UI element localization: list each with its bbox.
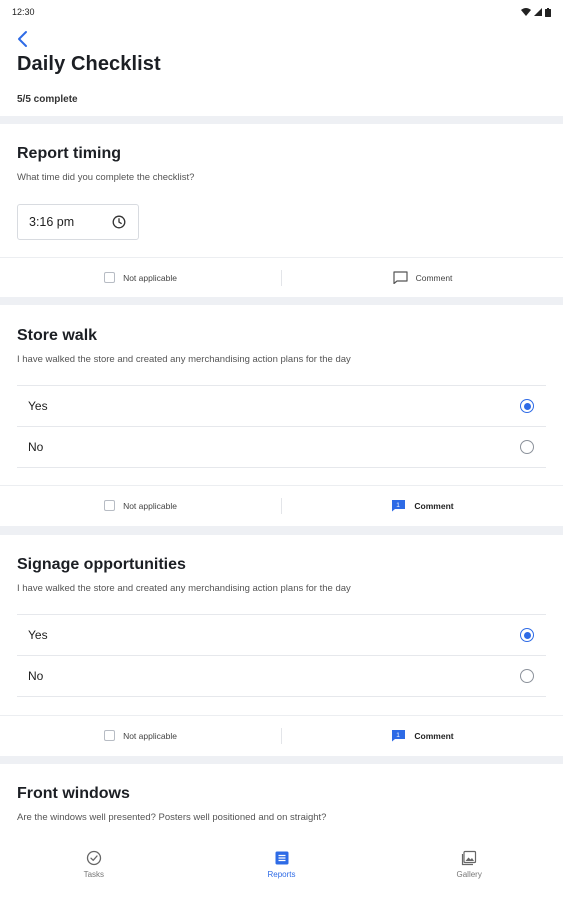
checklist-screen: 12:30 Daily Checklist 5/5 complete Repor… <box>0 0 563 900</box>
comment-button[interactable]: Comment <box>282 258 563 297</box>
comment-label: Comment <box>414 730 454 741</box>
section-front-windows: Front windows Are the windows well prese… <box>0 764 563 844</box>
option-label: No <box>28 440 44 454</box>
not-applicable-toggle[interactable]: Not applicable <box>0 486 281 525</box>
battery-icon <box>545 7 551 17</box>
comment-filled-icon: 1 <box>392 730 406 742</box>
option-no[interactable]: No <box>17 426 546 467</box>
option-label: Yes <box>28 399 48 413</box>
not-applicable-label: Not applicable <box>123 730 177 741</box>
nav-reports[interactable]: Reports <box>188 838 376 900</box>
comment-count: 1 <box>397 732 401 739</box>
section-title: Signage opportunities <box>17 556 186 573</box>
nav-tasks[interactable]: Tasks <box>0 838 188 900</box>
not-applicable-checkbox[interactable] <box>104 730 116 741</box>
section-title: Store walk <box>17 327 98 344</box>
section-footer: Not applicable Comment <box>0 257 563 297</box>
not-applicable-checkbox[interactable] <box>104 500 116 511</box>
option-yes[interactable]: Yes <box>17 385 546 426</box>
tasks-icon <box>86 850 101 866</box>
nav-label: Reports <box>267 870 296 879</box>
not-applicable-toggle[interactable]: Not applicable <box>0 716 281 755</box>
not-applicable-label: Not applicable <box>123 500 177 511</box>
option-yes[interactable]: Yes <box>17 614 546 655</box>
comment-button[interactable]: 1 Comment <box>282 716 563 755</box>
section-footer: Not applicable 1 Comment <box>0 485 563 525</box>
wifi-icon <box>521 8 531 16</box>
clock-icon <box>112 215 126 229</box>
section-report-timing: Report timing What time did you complete… <box>0 124 563 297</box>
back-arrow-icon[interactable] <box>14 30 32 48</box>
page-header: Daily Checklist 5/5 complete <box>0 24 563 116</box>
comment-label: Comment <box>414 500 454 511</box>
section-description: What time did you complete the checklist… <box>17 172 195 183</box>
comment-filled-icon: 1 <box>392 500 406 512</box>
status-icons <box>521 7 551 17</box>
options-divider <box>17 696 546 697</box>
status-time: 12:30 <box>12 7 35 17</box>
radio-button-selected[interactable] <box>520 399 534 413</box>
section-description: Are the windows well presented? Posters … <box>17 812 327 823</box>
section-description: I have walked the store and created any … <box>17 583 351 594</box>
section-footer: Not applicable 1 Comment <box>0 715 563 755</box>
not-applicable-label: Not applicable <box>123 272 177 283</box>
options-divider <box>17 467 546 468</box>
radio-button[interactable] <box>520 440 534 454</box>
option-label: Yes <box>28 628 48 642</box>
completion-progress: 5/5 complete <box>17 94 78 105</box>
not-applicable-checkbox[interactable] <box>104 272 116 283</box>
not-applicable-toggle[interactable]: Not applicable <box>0 258 281 297</box>
comment-button[interactable]: 1 Comment <box>282 486 563 525</box>
radio-button-selected[interactable] <box>520 628 534 642</box>
nav-label: Tasks <box>83 870 105 879</box>
page-title: Daily Checklist <box>17 53 161 75</box>
section-store-walk: Store walk I have walked the store and c… <box>0 305 563 526</box>
nav-label: Gallery <box>456 870 482 879</box>
bottom-navigation: Tasks Reports Gallery <box>0 838 563 900</box>
reports-icon <box>275 851 288 865</box>
section-signage-opportunities: Signage opportunities I have walked the … <box>0 535 563 756</box>
comment-count: 1 <box>397 502 401 509</box>
nav-gallery[interactable]: Gallery <box>375 838 563 900</box>
option-label: No <box>28 669 44 683</box>
comment-label: Comment <box>415 272 453 283</box>
time-picker-field[interactable]: 3:16 pm <box>17 204 139 240</box>
option-no[interactable]: No <box>17 655 546 696</box>
status-bar: 12:30 <box>0 0 563 24</box>
time-value: 3:16 pm <box>29 215 75 229</box>
comment-icon <box>392 271 408 284</box>
section-description: I have walked the store and created any … <box>17 354 351 365</box>
section-title: Report timing <box>17 145 121 162</box>
signal-icon <box>534 8 542 16</box>
section-title: Front windows <box>17 785 130 802</box>
gallery-icon <box>462 850 477 866</box>
radio-button[interactable] <box>520 669 534 683</box>
